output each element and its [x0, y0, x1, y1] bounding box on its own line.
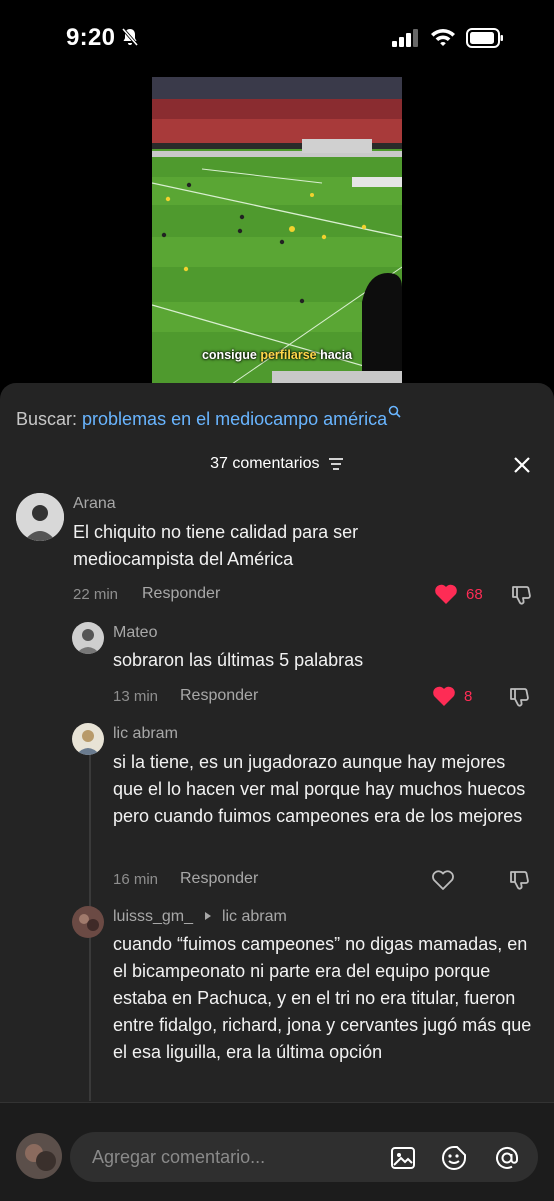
my-avatar [16, 1133, 62, 1179]
like-button[interactable]: 68 [434, 583, 483, 605]
reply-button[interactable]: Responder [180, 687, 258, 705]
comment-time: 16 min [113, 871, 159, 888]
avatar[interactable] [16, 493, 64, 541]
avatar[interactable] [72, 622, 104, 654]
search-label: Buscar: [16, 409, 83, 429]
image-icon[interactable] [390, 1145, 416, 1171]
comment-input-placeholder: Agregar comentario... [92, 1147, 266, 1167]
mention-icon[interactable] [494, 1145, 520, 1171]
comment-username[interactable]: Arana [73, 495, 116, 513]
dislike-icon[interactable] [510, 583, 534, 607]
comments-count: 37 comentarios [210, 455, 320, 472]
comments-sheet: Buscar: problemas en el mediocampo améri… [0, 383, 554, 1201]
caption-highlight: perfilarse [260, 348, 317, 362]
reply-button[interactable]: Responder [142, 585, 220, 603]
search-suggestion[interactable]: Buscar: problemas en el mediocampo améri… [16, 405, 401, 430]
comment-time: 13 min [113, 688, 159, 705]
comment-time: 22 min [73, 586, 119, 603]
battery-icon [466, 28, 503, 48]
reply-button[interactable]: Responder [180, 870, 258, 888]
avatar[interactable] [72, 723, 104, 755]
like-count: 8 [464, 687, 473, 705]
comments-count-row: 37 comentarios [0, 455, 554, 473]
caption-prefix: consigue [201, 348, 261, 362]
dislike-icon[interactable] [508, 868, 532, 892]
like-button[interactable]: 8 [432, 685, 472, 707]
dislike-icon[interactable] [508, 685, 532, 709]
comment-text: si la tiene, es un jugadorazo aunque hay… [113, 752, 526, 826]
comment-composer: Agregar comentario... [0, 1102, 554, 1201]
reply-arrow-icon [205, 912, 212, 920]
search-query-link[interactable]: problemas en el mediocampo américa [82, 409, 387, 429]
emoji-icon[interactable] [441, 1145, 467, 1171]
avatar[interactable] [72, 906, 104, 938]
search-icon [388, 405, 401, 418]
status-bar: 9:20 [0, 0, 554, 70]
video-frame-image [152, 77, 402, 384]
comment-text: sobraron las últimas 5 palabras [113, 650, 364, 670]
video-player[interactable]: consigue perfilarse hacia [152, 77, 402, 384]
cellular-signal-icon [392, 29, 418, 47]
heart-filled-icon [433, 686, 455, 706]
comment-username-text: luisss_gm_ [113, 908, 194, 925]
wifi-icon [431, 29, 455, 46]
video-caption: consigue perfilarse hacia [152, 348, 402, 362]
bell-muted-icon [121, 27, 139, 47]
like-count: 68 [466, 585, 483, 603]
comment-username[interactable]: luisss_gm_ lic abram [113, 908, 287, 926]
status-time: 9:20 [66, 24, 116, 51]
reply-to-username: lic abram [221, 908, 287, 925]
comment-username[interactable]: lic abram [113, 725, 178, 743]
heart-outline-icon[interactable] [431, 869, 455, 891]
comment-input[interactable]: Agregar comentario... [70, 1132, 538, 1182]
sort-filter-icon[interactable] [328, 457, 344, 471]
heart-filled-icon [435, 584, 457, 604]
close-icon[interactable] [512, 455, 532, 475]
caption-suffix: hacia [316, 348, 353, 362]
comment-username[interactable]: Mateo [113, 624, 157, 642]
comment-text: cuando “fuimos campeones” no digas mamad… [113, 934, 532, 1062]
comment-text: El chiquito no tiene calidad para ser me… [73, 522, 359, 569]
